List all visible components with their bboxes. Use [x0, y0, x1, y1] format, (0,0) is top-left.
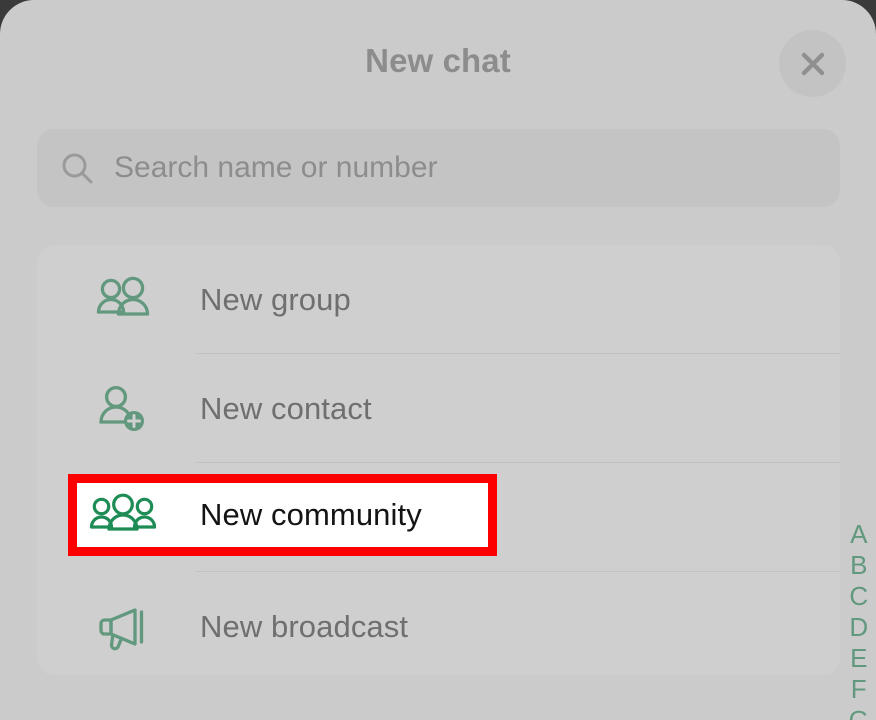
list-item-label: New group — [200, 281, 351, 317]
close-icon — [794, 45, 832, 83]
alpha-letter-e[interactable]: E — [850, 643, 868, 674]
alpha-letter-a[interactable]: A — [850, 519, 868, 550]
highlighted-new-community-row[interactable]: New community — [68, 474, 497, 556]
alpha-letter-g[interactable]: G — [849, 705, 870, 720]
alpha-letter-c[interactable]: C — [849, 581, 868, 612]
highlighted-list-item-label: New community — [200, 497, 422, 532]
list-item-new-group[interactable]: New group — [37, 245, 840, 354]
search-input[interactable] — [114, 151, 794, 185]
alpha-letter-d[interactable]: D — [849, 612, 868, 643]
alpha-letter-f[interactable]: F — [851, 674, 867, 705]
list-item-label: New contact — [200, 390, 372, 426]
new-chat-sheet: New chat Search name or number New group… — [0, 0, 876, 720]
close-button[interactable] — [779, 30, 846, 97]
list-item-label: New broadcast — [200, 608, 409, 644]
person-add-icon — [89, 384, 157, 434]
alpha-letter-b[interactable]: B — [850, 550, 868, 581]
list-item-new-broadcast[interactable]: New broadcast — [37, 572, 840, 681]
dialog-header: New chat — [0, 0, 876, 122]
search-bar[interactable] — [37, 129, 840, 207]
list-item-new-contact[interactable]: New contact — [37, 354, 840, 463]
megaphone-icon — [89, 602, 157, 652]
new-chat-options-list: New group New contact New broadcast New … — [37, 245, 840, 675]
search-icon — [58, 149, 96, 187]
alphabet-index-scroller[interactable]: A B C D E F G — [845, 519, 873, 720]
three-people-icon — [89, 491, 157, 539]
page-title: New chat — [365, 42, 511, 79]
two-people-icon — [89, 276, 157, 324]
app-screen: New chat Search name or number New group… — [0, 0, 876, 720]
